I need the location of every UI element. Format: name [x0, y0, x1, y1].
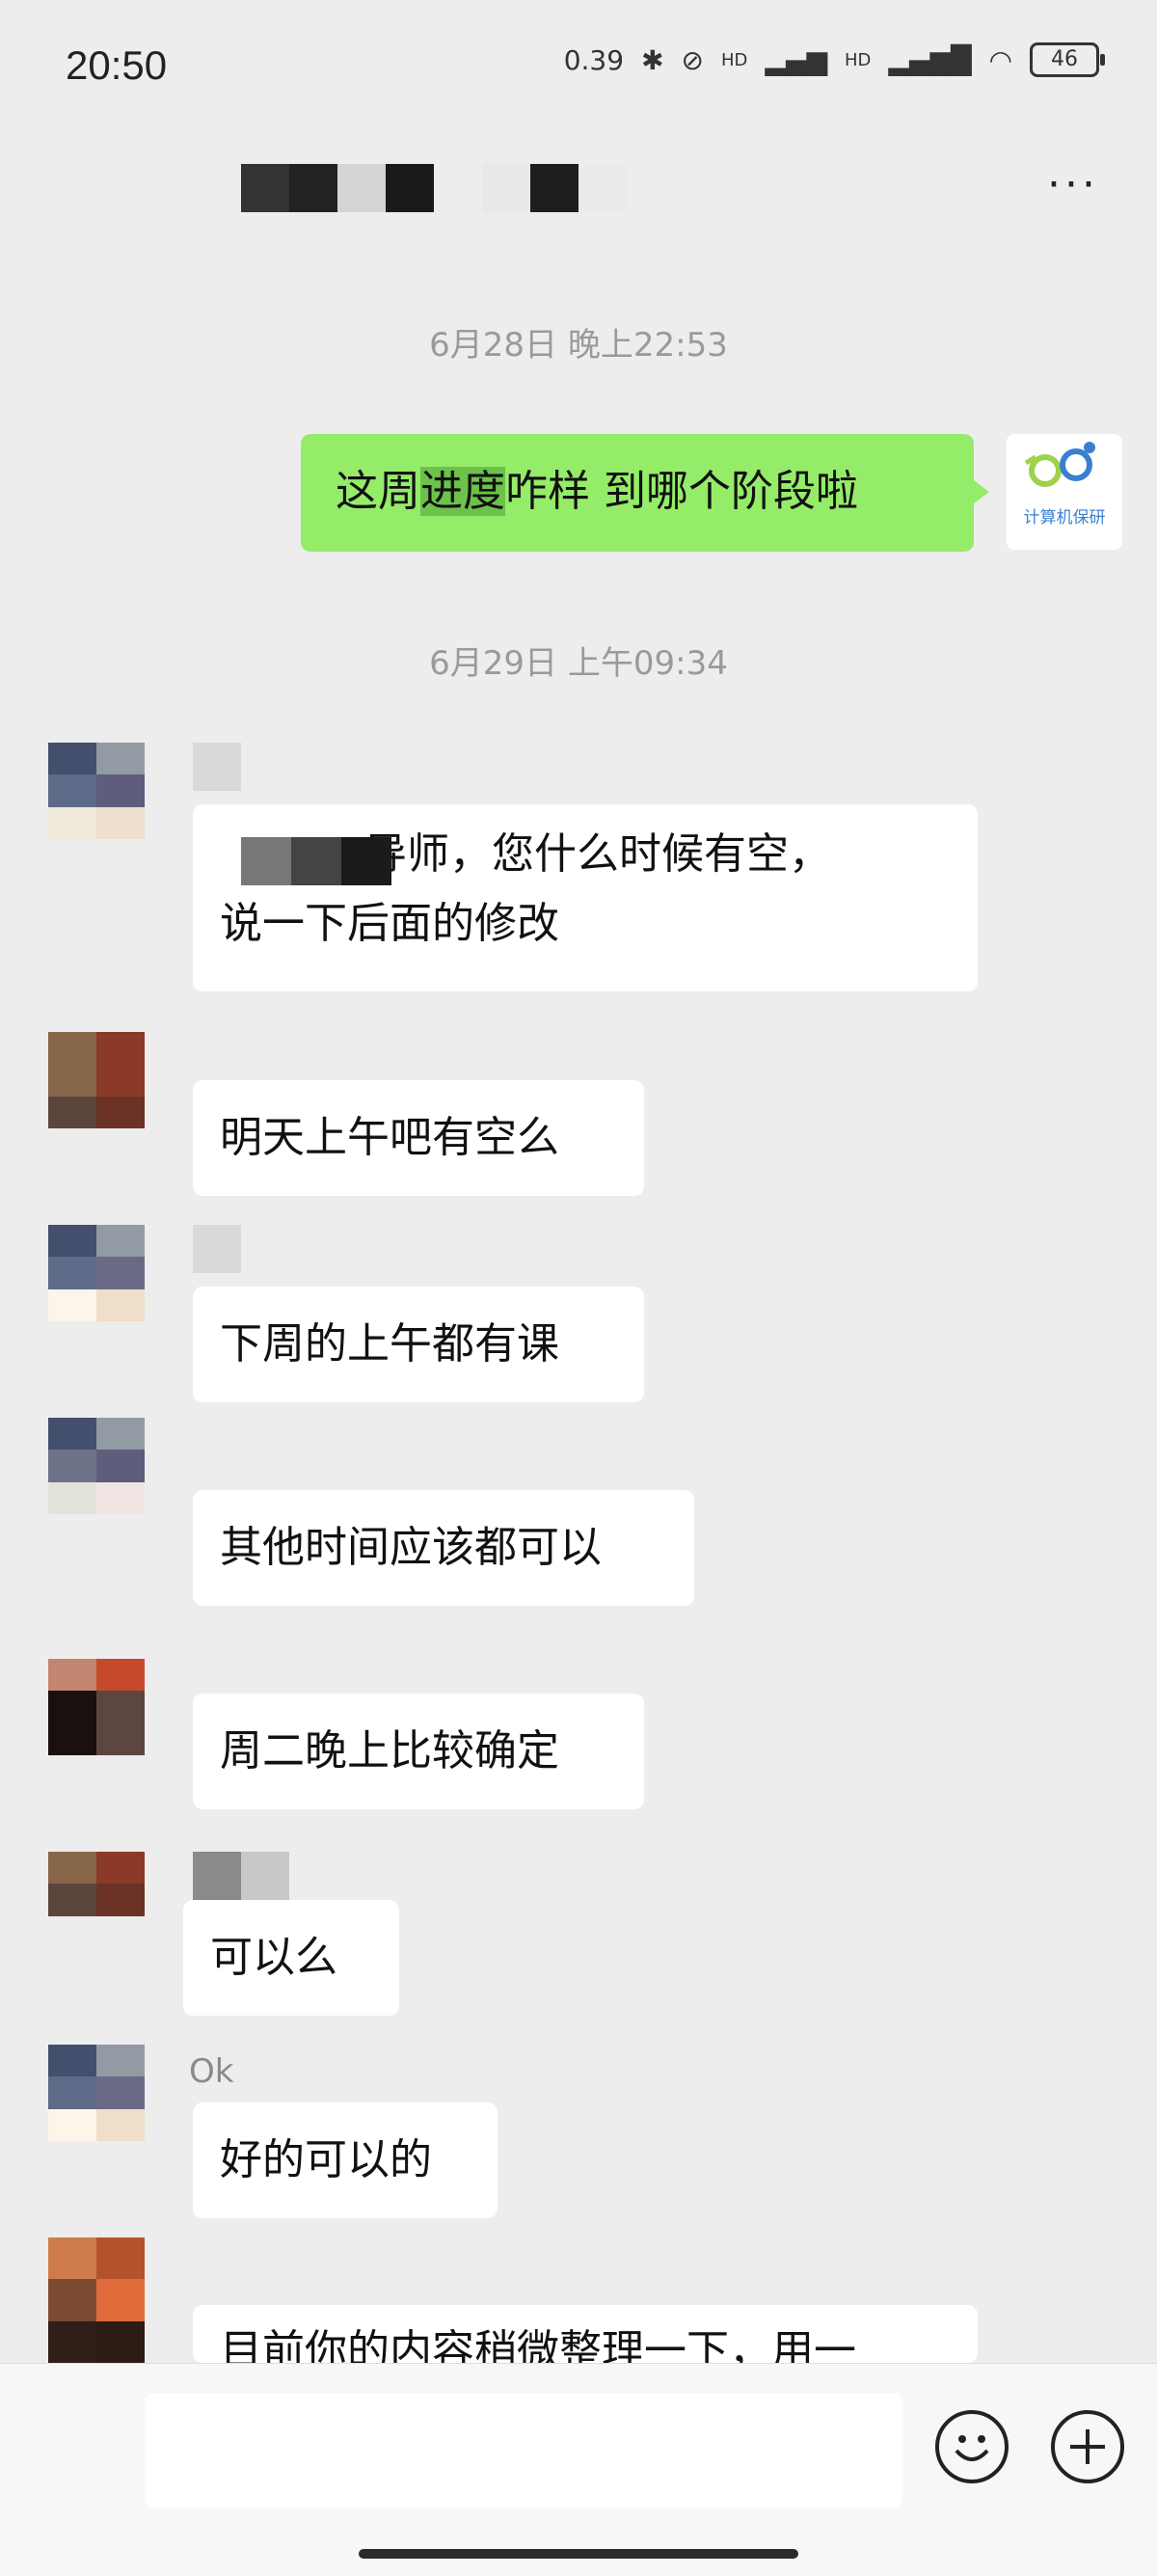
- plus-circle-icon[interactable]: [1051, 2410, 1124, 2483]
- contact-avatar[interactable]: [48, 1032, 145, 1128]
- battery-icon: 46: [1030, 42, 1105, 77]
- status-icons: 0.39 ✱ ⊘ HD ▂▄▆ HD ▂▄▆█ ◠ 46: [563, 42, 1105, 77]
- contact-avatar[interactable]: [48, 1852, 145, 1948]
- signal-icon: ▂▄▆: [765, 43, 828, 76]
- smiley-face-glyph: [955, 2435, 989, 2461]
- contact-nickname: Ok: [189, 2052, 234, 2091]
- nickname-redacted: [193, 1225, 241, 1273]
- contact-avatar[interactable]: [48, 1225, 145, 1321]
- incoming-message[interactable]: 明天上午吧有空么: [193, 1080, 644, 1196]
- brand-logo-icon: [1024, 442, 1095, 487]
- nickname-redacted: [193, 1852, 289, 1900]
- self-avatar[interactable]: 计算机保研: [1007, 434, 1122, 550]
- chat-header: ···: [0, 135, 1157, 251]
- message-text-highlight: 进度: [420, 467, 505, 516]
- message-text-post: 咋样 到哪个阶段啦: [505, 467, 858, 516]
- message-text-line: 说一下后面的修改: [220, 899, 559, 948]
- chat-title-redacted: [241, 164, 627, 212]
- incoming-message[interactable]: 好的可以的: [193, 2102, 498, 2218]
- alarm-icon: ⊘: [681, 43, 704, 76]
- contact-avatar[interactable]: [48, 1659, 145, 1755]
- contact-avatar[interactable]: [48, 1418, 145, 1514]
- more-options-button[interactable]: ···: [1047, 164, 1099, 206]
- timestamp: 6月29日 上午09:34: [429, 644, 728, 683]
- contact-avatar[interactable]: [48, 743, 145, 839]
- status-time: 20:50: [66, 42, 168, 88]
- home-indicator: [359, 2549, 798, 2559]
- message-text-line: 目前你的内容稍微整理一下，用一: [220, 2326, 856, 2363]
- status-bar: 20:50 0.39 ✱ ⊘ HD ▂▄▆ HD ▂▄▆█ ◠ 46: [0, 0, 1157, 135]
- bluetooth-icon: ✱: [641, 43, 664, 76]
- contact-avatar[interactable]: [48, 2237, 145, 2363]
- incoming-message[interactable]: 其他时间应该都可以: [193, 1490, 694, 1606]
- network-label-2: HD: [845, 49, 872, 70]
- network-speed: 0.39: [563, 43, 625, 76]
- contact-avatar[interactable]: [48, 2045, 145, 2141]
- smiley-face-icon[interactable]: [935, 2410, 1009, 2483]
- signal-icon: ▂▄▆█: [888, 43, 972, 76]
- outgoing-message[interactable]: 这周进度咋样 到哪个阶段啦: [301, 434, 989, 552]
- incoming-message[interactable]: 导师，您什么时候有空， 说一下后面的修改: [193, 804, 978, 991]
- redacted-name: [241, 837, 391, 885]
- input-bar: [0, 2363, 1157, 2576]
- message-input[interactable]: [145, 2393, 902, 2508]
- message-text-pre: 这周: [336, 467, 420, 516]
- incoming-message[interactable]: 目前你的内容稍微整理一下，用一: [193, 2305, 978, 2363]
- incoming-message[interactable]: 周二晚上比较确定: [193, 1694, 644, 1809]
- timestamp: 6月28日 晚上22:53: [429, 326, 728, 365]
- plus-glyph: [1070, 2429, 1105, 2464]
- self-avatar-label: 计算机保研: [1023, 508, 1106, 528]
- message-text-line: 导师，您什么时候有空，: [220, 820, 951, 889]
- incoming-message[interactable]: 可以么: [183, 1900, 399, 2016]
- network-label-1: HD: [721, 49, 748, 70]
- incoming-message[interactable]: 下周的上午都有课: [193, 1287, 644, 1402]
- wifi-icon: ◠: [988, 43, 1012, 76]
- nickname-redacted: [193, 743, 241, 791]
